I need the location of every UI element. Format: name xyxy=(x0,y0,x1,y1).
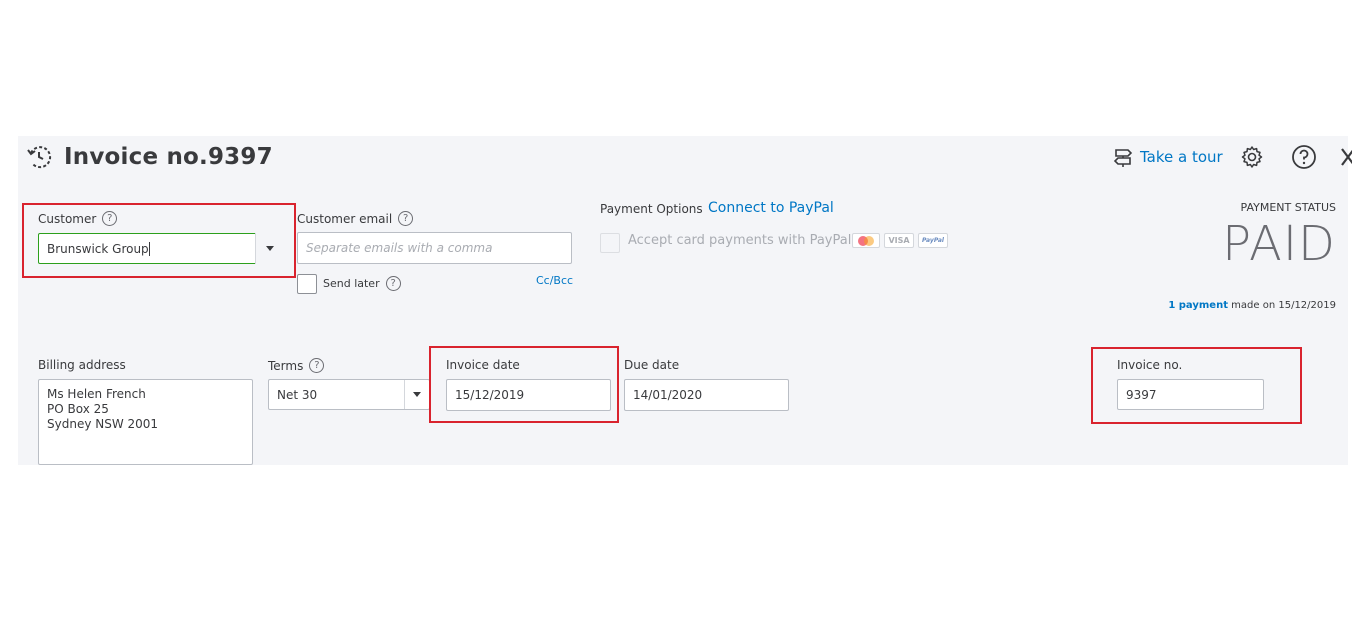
customer-email-help-icon[interactable]: ? xyxy=(398,211,414,226)
customer-label: Customer xyxy=(38,211,97,226)
accept-card-payments-label: Accept card payments with PayPal xyxy=(628,233,852,248)
payment-count-link[interactable]: 1 payment xyxy=(1168,300,1228,311)
billing-line: Sydney NSW 2001 xyxy=(47,417,159,431)
payment-options-label: Payment Options xyxy=(600,202,703,216)
payment-summary: 1 payment made on 15/12/2019 xyxy=(1168,300,1336,311)
invoice-no-value: 9397 xyxy=(1126,387,1157,402)
billing-address-textarea[interactable]: Ms Helen French PO Box 25 Sydney NSW 200… xyxy=(38,379,253,465)
invoice-date-label: Invoice date xyxy=(446,358,520,372)
due-date-label: Due date xyxy=(624,358,680,372)
invoice-no-input[interactable]: 9397 xyxy=(1117,379,1264,410)
customer-email-label-group: Customer email ? xyxy=(297,211,414,226)
customer-dropdown-button[interactable] xyxy=(255,233,283,264)
terms-label-group: Terms ? xyxy=(268,358,325,373)
terms-dropdown-button[interactable] xyxy=(404,380,429,409)
customer-value: Brunswick Group xyxy=(47,241,149,256)
chevron-down-icon xyxy=(265,246,274,251)
recurring-history-icon xyxy=(27,146,52,169)
signpost-icon xyxy=(1113,149,1133,167)
close-icon[interactable] xyxy=(1340,144,1352,170)
payment-status-value: PAID xyxy=(1222,216,1336,272)
customer-select[interactable]: Brunswick Group xyxy=(38,233,283,264)
terms-help-icon[interactable]: ? xyxy=(309,358,325,373)
customer-label-group: Customer ? xyxy=(38,211,118,226)
take-tour-link[interactable]: Take a tour xyxy=(1112,146,1223,168)
send-later-help-icon[interactable]: ? xyxy=(385,276,401,291)
invoice-date-value: 15/12/2019 xyxy=(455,388,525,402)
page-title: Invoice no.9397 xyxy=(64,144,273,170)
customer-email-input[interactable]: Separate emails with a comma xyxy=(297,232,572,264)
invoice-form-panel: Invoice no.9397 Take a tour Customer ? B… xyxy=(18,136,1352,465)
customer-email-placeholder: Separate emails with a comma xyxy=(306,241,493,255)
take-tour-label[interactable]: Take a tour xyxy=(1140,148,1223,166)
due-date-value: 14/01/2020 xyxy=(633,388,703,402)
customer-email-label: Customer email xyxy=(297,211,393,226)
cc-bcc-link[interactable]: Cc/Bcc xyxy=(536,274,573,287)
accept-card-payments-checkbox[interactable] xyxy=(600,233,620,253)
paypal-icon: PayPal xyxy=(918,233,948,248)
billing-line: Ms Helen French xyxy=(47,387,146,401)
payment-date-text: made on 15/12/2019 xyxy=(1231,300,1336,311)
terms-value: Net 30 xyxy=(277,387,318,402)
chevron-down-icon xyxy=(413,392,421,397)
terms-label: Terms xyxy=(268,358,304,373)
card-logos: VISA PayPal xyxy=(852,233,948,248)
billing-line: PO Box 25 xyxy=(47,402,109,416)
text-cursor xyxy=(148,241,150,256)
help-icon[interactable] xyxy=(1291,144,1317,170)
invoice-no-label: Invoice no. xyxy=(1117,358,1183,372)
visa-icon: VISA xyxy=(884,233,914,248)
payment-status-label: PAYMENT STATUS xyxy=(1240,201,1336,214)
mastercard-icon xyxy=(852,233,880,248)
invoice-date-input[interactable]: 15/12/2019 xyxy=(446,379,611,411)
send-later-checkbox[interactable] xyxy=(297,274,317,294)
due-date-input[interactable]: 14/01/2020 xyxy=(624,379,789,411)
gear-icon[interactable] xyxy=(1240,145,1264,169)
billing-address-label: Billing address xyxy=(38,358,126,372)
send-later-label-group: Send later ? xyxy=(323,276,401,291)
customer-help-icon[interactable]: ? xyxy=(102,211,118,226)
connect-paypal-link[interactable]: Connect to PayPal xyxy=(708,200,834,216)
send-later-label: Send later xyxy=(323,277,380,290)
